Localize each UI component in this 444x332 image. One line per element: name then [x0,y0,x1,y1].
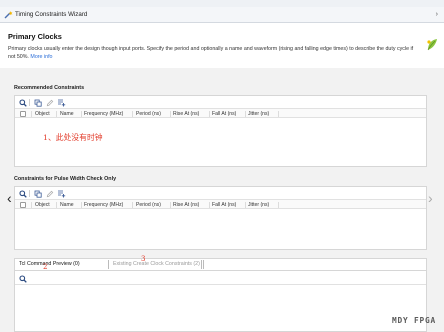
leaf-icon [426,38,438,51]
tcl-preview-panel [14,270,427,332]
window-titlebar: Timing Constraints Wizard › [0,7,444,23]
watermark: MDY FPGA [392,316,436,325]
column-header[interactable]: Jitter (ns) [248,111,269,117]
column-header[interactable]: Object [35,111,50,117]
divider [15,284,426,285]
background-window-strip [0,0,444,7]
arrow-left-icon[interactable]: ‹ [7,191,12,205]
tab-divider [108,260,109,269]
add-row-icon[interactable] [57,98,66,107]
select-all-checkbox[interactable] [20,111,26,117]
column-header[interactable]: Rise At (ns) [173,111,199,117]
chevron-right-icon[interactable]: › [436,11,438,18]
recommended-toolbar [15,96,426,108]
wizard-icon [4,10,13,19]
column-header[interactable]: Period (ns) [136,111,161,117]
tab-tcl-command-preview[interactable]: Tcl Command Preview (0) [19,261,80,267]
column-header[interactable]: Jitter (ns) [248,202,269,208]
edit-icon[interactable] [45,189,54,198]
search-icon[interactable] [18,98,27,107]
window-title: Timing Constraints Wizard [15,11,88,18]
column-header[interactable]: Name [60,111,74,117]
column-header[interactable]: Rise At (ns) [173,202,199,208]
page-header: Primary Clocks Primary clocks usually en… [0,23,444,68]
pulse-width-toolbar [15,187,426,199]
copy-icon[interactable] [33,189,42,198]
arrow-right-icon[interactable]: › [428,191,433,205]
select-all-checkbox[interactable] [20,202,26,208]
recommended-column-headers: Object Name Frequency (MHz) Period (ns) … [15,108,426,118]
column-header[interactable]: Period (ns) [136,202,161,208]
column-header[interactable]: Frequency (MHz) [84,111,123,117]
pulse-width-constraints-panel: Object Name Frequency (MHz) Period (ns) … [14,186,427,250]
pulse-width-column-headers: Object Name Frequency (MHz) Period (ns) … [15,199,426,209]
pulse-width-constraints-title: Constraints for Pulse Width Check Only [14,176,117,182]
annotation-marker-3: 3 [141,255,146,263]
column-header[interactable]: Object [35,202,50,208]
add-row-icon[interactable] [57,189,66,198]
page-title: Primary Clocks [8,32,62,41]
description-text: Primary clocks usually enter the design … [8,46,414,61]
recommended-constraints-title: Recommended Constraints [14,85,85,91]
toolbar-separator [29,190,30,197]
recommended-constraints-panel: Object Name Frequency (MHz) Period (ns) … [14,95,427,167]
wizard-body: Recommended Constraints Object Name Freq… [0,68,444,332]
tab-divider [203,260,204,269]
column-header[interactable]: Name [60,202,74,208]
bottom-tab-bar: Tcl Command Preview (0) Existing Create … [14,258,427,270]
column-header[interactable]: Frequency (MHz) [84,202,123,208]
page-description: Primary clocks usually enter the design … [8,45,420,61]
annotation-note: 1、此处没有时钟 [43,133,103,142]
search-icon[interactable] [18,274,27,283]
column-header[interactable]: Fall At (ns) [212,202,236,208]
edit-icon[interactable] [45,98,54,107]
tab-existing-create-clock-constraints[interactable]: Existing Create Clock Constraints (2) [113,261,200,267]
more-info-link[interactable]: More info [30,54,52,60]
copy-icon[interactable] [33,98,42,107]
toolbar-separator [29,99,30,106]
column-header[interactable]: Fall At (ns) [212,111,236,117]
tab-divider [201,260,202,269]
search-icon[interactable] [18,189,27,198]
